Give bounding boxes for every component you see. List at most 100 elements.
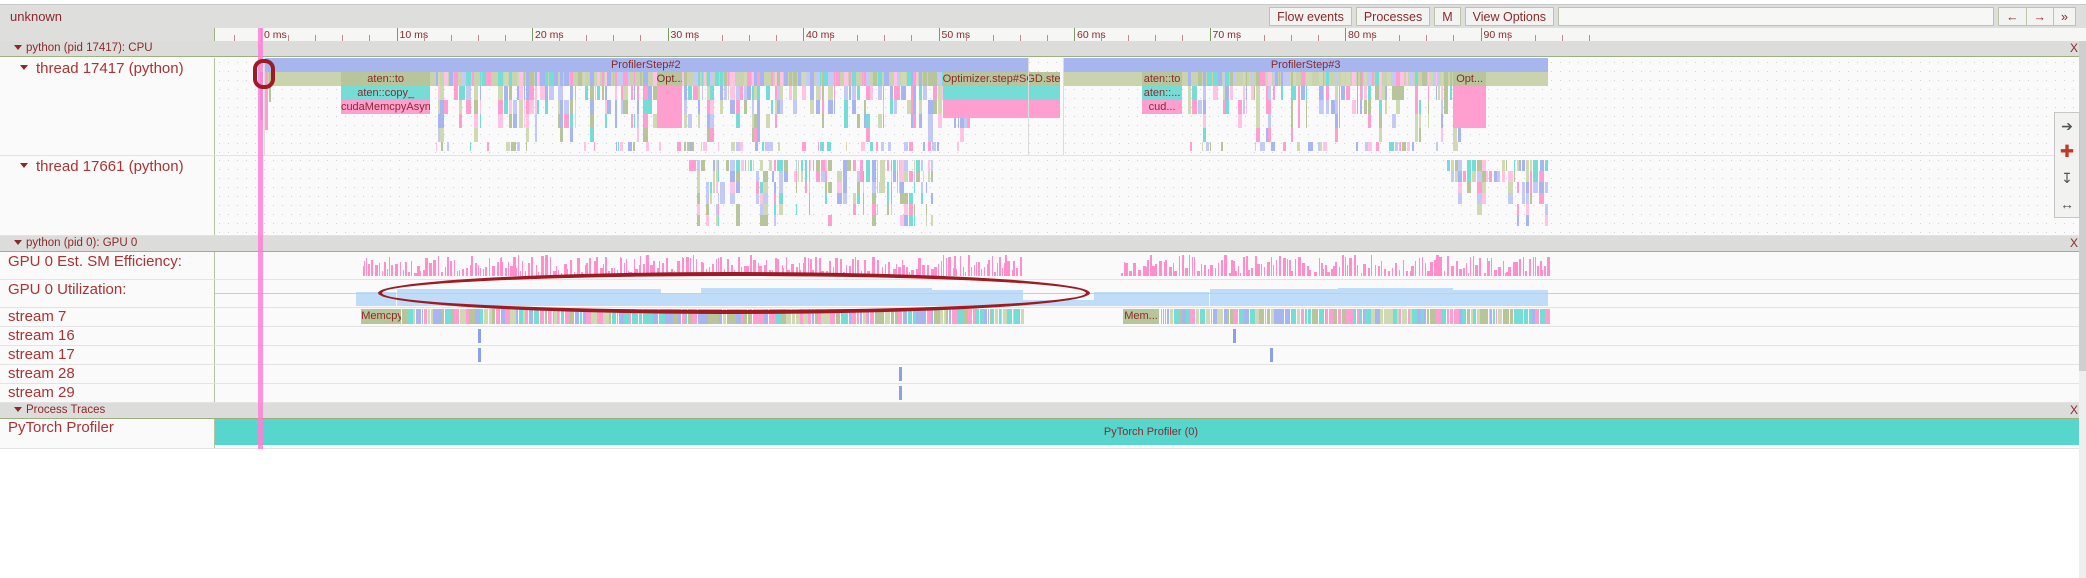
trace-slice[interactable] — [1375, 86, 1378, 100]
trace-slice[interactable] — [760, 160, 763, 171]
select-cursor-icon[interactable]: ➔ — [2054, 113, 2080, 139]
trace-slice[interactable] — [1458, 171, 1463, 182]
stream-slice[interactable] — [899, 367, 902, 381]
stream-slice[interactable] — [1271, 309, 1274, 324]
trace-slice[interactable] — [923, 171, 924, 182]
trace-slice[interactable] — [537, 72, 539, 86]
trace-slice[interactable] — [745, 160, 747, 171]
trace-slice[interactable] — [769, 142, 773, 151]
trace-slice[interactable] — [710, 128, 713, 142]
trace-slice[interactable] — [938, 114, 942, 128]
close-icon-process-traces[interactable]: X — [2070, 403, 2078, 417]
trace-slice[interactable] — [798, 160, 800, 171]
trace-slice[interactable] — [1415, 128, 1418, 142]
trace-slice[interactable] — [861, 142, 866, 151]
trace-slice[interactable] — [1298, 86, 1301, 100]
trace-slice[interactable] — [628, 142, 632, 151]
stream-slice[interactable] — [898, 309, 902, 324]
trace-slice[interactable] — [877, 160, 878, 171]
trace-slice[interactable] — [774, 160, 775, 171]
trace-slice[interactable] — [693, 72, 698, 86]
trace-slice[interactable] — [836, 72, 840, 86]
trace-slice[interactable] — [440, 86, 444, 100]
trace-slice[interactable] — [744, 100, 746, 114]
trace-slice[interactable] — [710, 100, 713, 114]
trace-slice[interactable] — [605, 86, 607, 100]
close-icon-gpu[interactable]: X — [2070, 236, 2078, 250]
trace-slice[interactable] — [1198, 72, 1201, 86]
trace-slice[interactable] — [1203, 100, 1206, 114]
trace-slice[interactable] — [1385, 100, 1386, 114]
trace-slice[interactable] — [1441, 114, 1443, 128]
trace-slice[interactable] — [1360, 100, 1362, 114]
stream-slice[interactable] — [1217, 309, 1223, 324]
trace-slice[interactable] — [757, 128, 759, 142]
trace-slice[interactable] — [763, 204, 767, 215]
trace-slice[interactable] — [883, 86, 884, 100]
trace-slice[interactable] — [498, 114, 503, 128]
trace-slice[interactable] — [796, 160, 797, 171]
trace-slice[interactable] — [1477, 204, 1482, 215]
trace-slice[interactable] — [809, 182, 810, 193]
expand-button[interactable]: » — [2054, 7, 2076, 26]
trace-slice[interactable] — [1335, 128, 1338, 142]
trace-slice[interactable] — [828, 100, 833, 114]
trace-slice[interactable] — [820, 86, 821, 100]
trace-slice[interactable] — [590, 72, 594, 86]
trace-slice[interactable] — [757, 100, 759, 114]
trace-slice[interactable] — [1406, 72, 1409, 86]
trace-slice[interactable] — [943, 86, 1061, 100]
trace-slice[interactable] — [1540, 193, 1544, 204]
trace-slice[interactable] — [805, 160, 807, 171]
trace-slice[interactable] — [1297, 142, 1300, 151]
trace-slice[interactable] — [602, 86, 604, 100]
trace-slice[interactable] — [1268, 114, 1270, 128]
stream-slice[interactable] — [1450, 309, 1453, 324]
trace-slice[interactable] — [1482, 160, 1485, 171]
stream-slice[interactable] — [492, 309, 495, 324]
trace-slice[interactable] — [698, 72, 700, 86]
trace-slice[interactable] — [519, 86, 523, 100]
trace-slice[interactable] — [923, 86, 927, 100]
trace-slice[interactable] — [1530, 171, 1532, 182]
trace-slice[interactable] — [1441, 86, 1443, 100]
trace-slice[interactable] — [585, 86, 588, 100]
trace-slice[interactable] — [893, 160, 896, 171]
trace-slice[interactable] — [890, 86, 893, 100]
trace-slice[interactable] — [931, 193, 933, 204]
trace-slice[interactable] — [688, 114, 691, 128]
trace-slice[interactable] — [560, 100, 563, 114]
trace-slice[interactable] — [744, 86, 746, 100]
trace-slice[interactable] — [1447, 160, 1450, 171]
trace-slice[interactable] — [820, 142, 824, 151]
trace-slice[interactable] — [718, 215, 720, 226]
trace-slice[interactable] — [1233, 72, 1235, 86]
trace-slice[interactable] — [887, 160, 890, 171]
trace-slice[interactable] — [756, 171, 759, 182]
stream-slice[interactable] — [743, 309, 747, 324]
trace-slice[interactable] — [891, 171, 892, 182]
trace-slice[interactable] — [1482, 193, 1485, 204]
trace-slice[interactable] — [883, 100, 884, 114]
stream-slice[interactable] — [1338, 309, 1341, 324]
stream-slice[interactable] — [617, 309, 619, 324]
trace-slice[interactable] — [1396, 72, 1400, 86]
trace-slice[interactable] — [779, 204, 783, 215]
trace-slice[interactable] — [677, 142, 681, 151]
trace-slice[interactable] — [607, 72, 611, 86]
trace-slice[interactable] — [887, 182, 890, 193]
trace-slice[interactable] — [779, 193, 783, 204]
track-stream-16[interactable]: stream 16 — [0, 327, 2086, 346]
track-thread-17417[interactable]: thread 17417 (python) ProfilerStep#2Prof… — [0, 58, 2086, 156]
trace-slice[interactable] — [828, 86, 833, 100]
trace-slice[interactable] — [846, 142, 847, 151]
trace-slice[interactable] — [816, 160, 820, 171]
trace-slice[interactable] — [900, 193, 903, 204]
slice-mem-short[interactable]: Mem... — [1123, 309, 1160, 324]
trace-slice[interactable] — [1326, 100, 1330, 114]
trace-slice[interactable] — [1198, 100, 1201, 114]
trace-slice[interactable] — [772, 171, 774, 182]
trace-slice[interactable] — [605, 114, 607, 128]
trace-slice[interactable] — [526, 100, 529, 114]
trace-slice[interactable] — [480, 72, 482, 86]
